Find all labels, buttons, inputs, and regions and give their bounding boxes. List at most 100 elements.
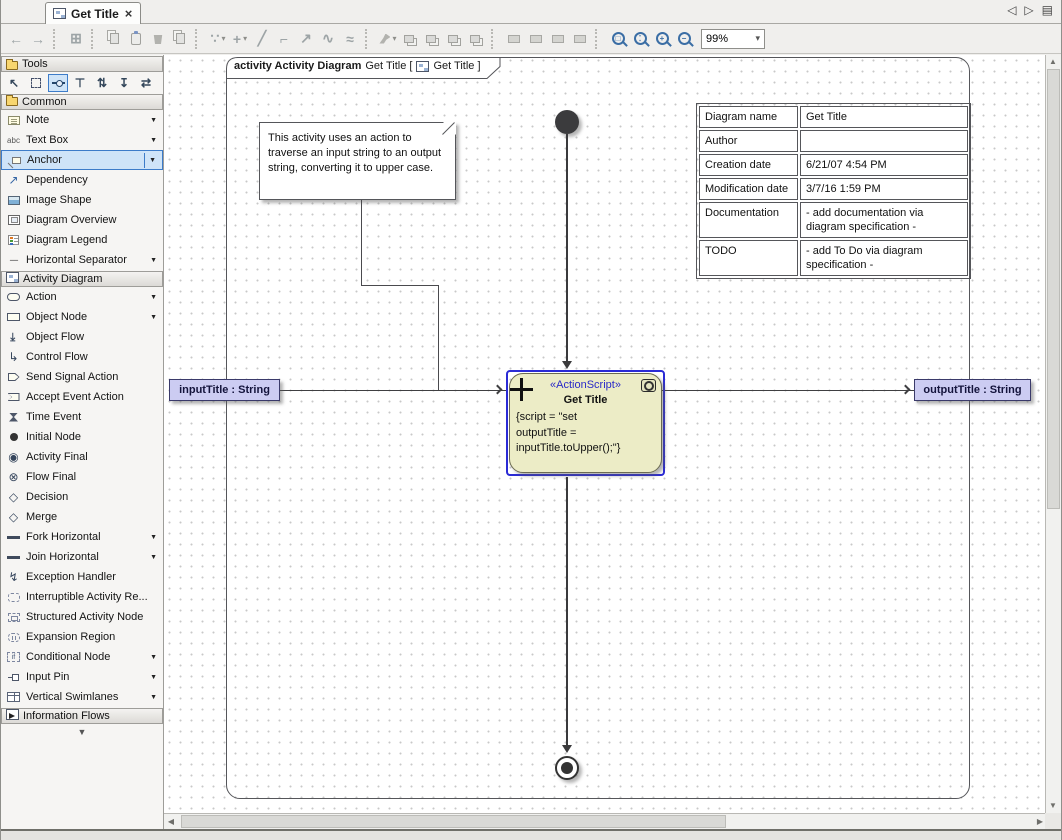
frame-header[interactable]: activity Activity Diagram Get Title [ Ge… (234, 60, 481, 72)
palette-item-diagram-overview[interactable]: Diagram Overview (1, 210, 163, 230)
palette-item-accept-event-action[interactable]: Accept Event Action (1, 387, 163, 407)
stamp-tool[interactable]: ⊤ (70, 74, 90, 92)
back-button[interactable]: ← (5, 27, 27, 51)
tab-list-icon[interactable]: ▤ (1042, 3, 1053, 17)
window-button[interactable] (547, 27, 569, 51)
containment-tree-button[interactable]: ⊞ (65, 27, 87, 51)
frame-button[interactable] (569, 27, 591, 51)
bring-to-front-button[interactable] (443, 27, 465, 51)
palette-item-structured-activity-node[interactable]: Structured Activity Node (1, 607, 163, 627)
scroll-up-icon[interactable]: ▲ (1046, 55, 1060, 69)
anchor-line-segment[interactable] (438, 285, 439, 390)
chevron-down-icon[interactable]: ▾ (221, 34, 225, 43)
palette-item-dependency[interactable]: ↗Dependency (1, 170, 163, 190)
palette-item-note[interactable]: Note▼ (1, 110, 163, 130)
dropdown-arrow-icon[interactable]: ▼ (144, 153, 158, 168)
palette-item-control-flow[interactable]: ↳Control Flow (1, 347, 163, 367)
send-backward-button[interactable] (421, 27, 443, 51)
parameter-node-input[interactable]: inputTitle : String (169, 379, 280, 401)
palette-item-conditional-node[interactable]: ifConditional Node▼ (1, 647, 163, 667)
palette-section-common[interactable]: Common (1, 94, 163, 110)
quick-layout-button[interactable]: ∵▾ (207, 27, 229, 51)
control-flow-out[interactable] (566, 477, 568, 745)
copy-button[interactable] (103, 27, 125, 51)
marquee-tool[interactable] (26, 74, 46, 92)
palette-item-send-signal-action[interactable]: Send Signal Action (1, 367, 163, 387)
palette-item-vertical-swimlanes[interactable]: Vertical Swimlanes▼ (1, 687, 163, 707)
smart-manipulator-gear-icon[interactable] (641, 379, 656, 392)
anchor-tool[interactable] (48, 74, 68, 92)
zoom-in-button[interactable]: + (651, 27, 673, 51)
palette-section-tools[interactable]: Tools (1, 56, 163, 72)
paste-with-layout-button[interactable] (169, 27, 191, 51)
dropdown-arrow-icon[interactable]: ▼ (150, 694, 157, 701)
forward-button[interactable]: → (27, 27, 49, 51)
paste-button[interactable] (125, 27, 147, 51)
zoom-fit-button[interactable]: □ (607, 27, 629, 51)
chevron-down-icon[interactable]: ▾ (243, 34, 247, 43)
line-curved-button[interactable]: ∿ (317, 27, 339, 51)
palette-item-exception-handler[interactable]: ↯Exception Handler (1, 567, 163, 587)
palette-item-action[interactable]: Action▼ (1, 287, 163, 307)
palette-item-diagram-legend[interactable]: Diagram Legend (1, 230, 163, 250)
vertical-scroll-thumb[interactable] (1047, 69, 1060, 509)
scroll-down-icon[interactable]: ▼ (1046, 799, 1060, 813)
dropdown-arrow-icon[interactable]: ▼ (150, 117, 157, 124)
close-tab-icon[interactable]: × (124, 6, 134, 21)
diagram-tab-get-title[interactable]: Get Title × (45, 2, 141, 24)
palette-item-object-node[interactable]: Object Node▼ (1, 307, 163, 327)
control-flow-in[interactable] (566, 134, 568, 364)
palette-section-activity-diagram[interactable]: Activity Diagram (1, 271, 163, 287)
dropdown-arrow-icon[interactable]: ▼ (150, 257, 157, 264)
prev-diagram-tab-icon[interactable]: ◁ (1007, 3, 1016, 17)
anchor-line-segment[interactable] (361, 285, 439, 286)
palette-item-decision[interactable]: ◇Decision (1, 487, 163, 507)
palette-item-fork-horizontal[interactable]: Fork Horizontal▼ (1, 527, 163, 547)
palette-item-time-event[interactable]: Time Event (1, 407, 163, 427)
initial-node[interactable] (555, 110, 579, 134)
palette-item-join-horizontal[interactable]: Join Horizontal▼ (1, 547, 163, 567)
object-flow-input[interactable] (280, 390, 506, 391)
dropdown-arrow-icon[interactable]: ▼ (150, 137, 157, 144)
zoom-out-button[interactable]: − (673, 27, 695, 51)
dropdown-arrow-icon[interactable]: ▼ (150, 654, 157, 661)
palette-item-text-box[interactable]: abcText Box▼ (1, 130, 163, 150)
palette-scroll-down[interactable]: ▼ (1, 724, 163, 737)
horizontal-scroll-thumb[interactable] (181, 815, 726, 828)
zoom-1-1-button[interactable]: ⁚ (629, 27, 651, 51)
panel-button[interactable] (525, 27, 547, 51)
resize-button[interactable] (503, 27, 525, 51)
line-oblique-button[interactable]: ↗ (295, 27, 317, 51)
palette-item-image-shape[interactable]: Image Shape (1, 190, 163, 210)
zoom-combo[interactable]: 99% ▾ (701, 29, 765, 49)
dropdown-arrow-icon[interactable]: ▼ (150, 554, 157, 561)
palette-item-interruptible-activity-re[interactable]: Interruptible Activity Re... (1, 587, 163, 607)
line-custom-button[interactable]: ≈ (339, 27, 361, 51)
format-painter-button[interactable]: ▾ (377, 27, 399, 51)
palette-item-horizontal-separator[interactable]: ----Horizontal Separator▼ (1, 250, 163, 270)
vertical-scrollbar[interactable]: ▲ ▼ (1045, 55, 1061, 813)
delete-button[interactable] (147, 27, 169, 51)
note-shape[interactable]: This activity uses an action to traverse… (259, 122, 456, 200)
horizontal-scrollbar[interactable]: ◀ ▶ (164, 813, 1047, 829)
diagram-info-table[interactable]: Diagram nameGet TitleAuthorCreation date… (696, 103, 971, 279)
palette-section-information-flows[interactable]: Information Flows (1, 708, 163, 724)
send-to-back-button[interactable] (465, 27, 487, 51)
palette-item-flow-final[interactable]: ⊗Flow Final (1, 467, 163, 487)
palette-item-initial-node[interactable]: Initial Node (1, 427, 163, 447)
align-tool[interactable]: ↧ (114, 74, 134, 92)
distribute-tool[interactable]: ⇅ (92, 74, 112, 92)
anchor-line-segment[interactable] (361, 200, 362, 285)
select-tool[interactable]: ↖ (4, 74, 24, 92)
palette-item-input-pin[interactable]: Input Pin▼ (1, 667, 163, 687)
next-diagram-tab-icon[interactable]: ▷ (1024, 3, 1033, 17)
line-rectilinear-button[interactable]: ⌐ (273, 27, 295, 51)
line-straight-button[interactable]: ╱ (251, 27, 273, 51)
palette-item-expansion-region[interactable]: Expansion Region (1, 627, 163, 647)
parameter-node-output[interactable]: outputTitle : String (914, 379, 1031, 401)
dropdown-arrow-icon[interactable]: ▼ (150, 674, 157, 681)
object-flow-output[interactable] (662, 390, 914, 391)
dropdown-arrow-icon[interactable]: ▼ (150, 534, 157, 541)
chevron-down-icon[interactable]: ▾ (392, 34, 396, 43)
diagram-canvas[interactable]: activity Activity Diagram Get Title [ Ge… (164, 55, 1047, 813)
